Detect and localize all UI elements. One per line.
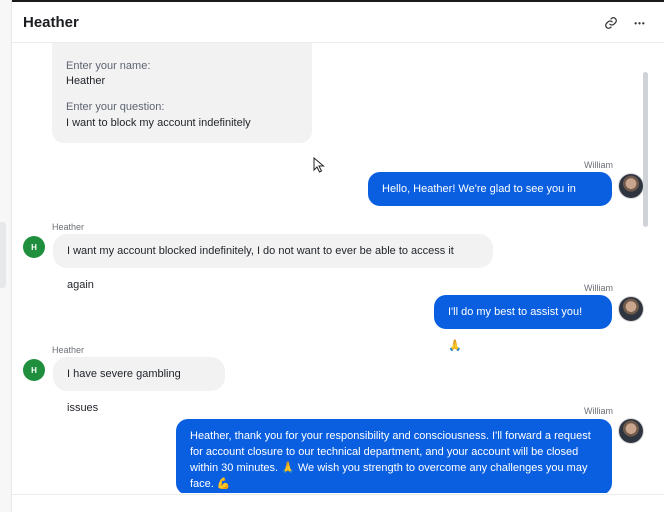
message-list: Enter your name: Heather Enter your ques… [12, 43, 664, 493]
message-sender: Heather [52, 345, 85, 355]
chat-title: Heather [23, 14, 79, 31]
message-sender: William [584, 406, 613, 416]
name-label: Enter your name: [66, 60, 151, 72]
pre-chat-form-card: Enter your name: Heather Enter your ques… [52, 43, 312, 143]
message-input-area[interactable] [12, 494, 664, 513]
name-value: Heather [66, 75, 106, 87]
chat-scrollbar[interactable] [643, 72, 648, 227]
agent-avatar [619, 174, 643, 198]
user-avatar: H [23, 236, 45, 258]
link-icon [605, 17, 617, 29]
question-value: I want to block my account indefinitely [66, 117, 251, 129]
chat-header: Heather ••• [12, 2, 664, 43]
message-bubble-incoming: I have severe gambling issues [53, 357, 225, 414]
message-bubble-outgoing: Hello, Heather! We're glad to see you in… [368, 172, 612, 229]
copy-link-button[interactable] [600, 12, 622, 34]
message-bubble-outgoing: I'll do my best to assist you! 🙏 [434, 295, 612, 352]
right-panel-edge [664, 0, 668, 512]
agent-avatar [619, 419, 643, 443]
left-panel-handle[interactable] [0, 222, 6, 288]
message-bubble-outgoing: Heather, thank you for your responsibili… [176, 419, 612, 493]
agent-avatar [619, 297, 643, 321]
user-avatar: H [23, 359, 45, 381]
message-sender: William [584, 160, 613, 170]
message-sender: William [584, 283, 613, 293]
message-sender: Heather [52, 222, 85, 232]
question-label: Enter your question: [66, 101, 165, 113]
message-bubble-incoming: I want my account blocked indefinitely, … [53, 234, 493, 291]
mouse-cursor-icon [313, 157, 325, 173]
more-horizontal-icon: ••• [634, 18, 646, 28]
more-options-button[interactable]: ••• [629, 12, 651, 34]
